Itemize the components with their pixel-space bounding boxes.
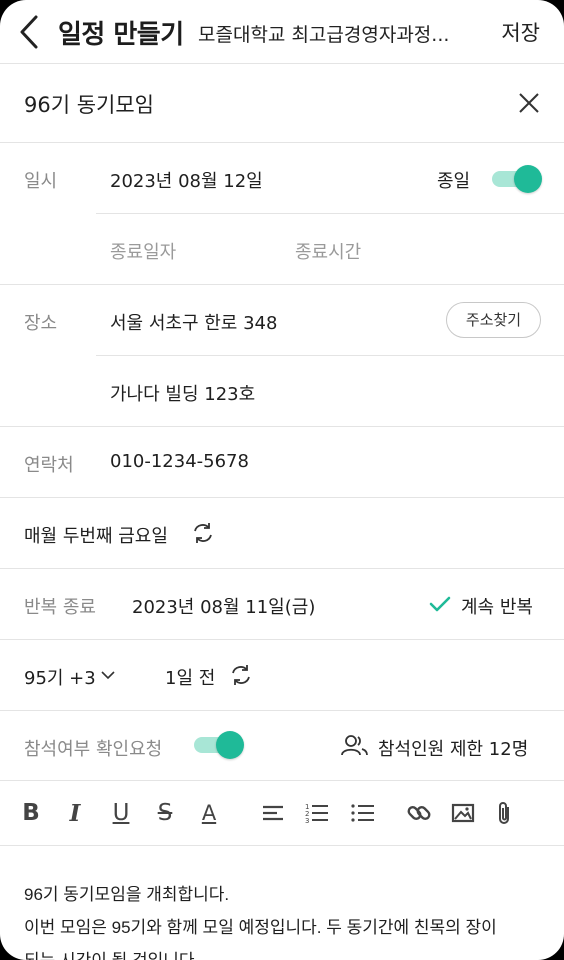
bold-button[interactable]: B	[14, 796, 48, 830]
strikethrough-icon: S	[157, 800, 173, 826]
start-date-field[interactable]: 2023년 08월 12일	[110, 167, 263, 193]
all-day-label: 종일	[437, 171, 471, 192]
contact-field[interactable]: 010-1234-5678	[110, 451, 249, 472]
app-screen: 일정 만들기 모즐대학교 최고급경영자과정... 저장 96기 동기모임 일시 …	[0, 0, 564, 960]
description-line: 되는 시간이 될 것입니다.	[24, 944, 544, 960]
attendee-limit[interactable]: 참석인원 제한 12명	[378, 735, 528, 761]
description-line: 96기 동기모임을 개최합니다.	[24, 885, 230, 904]
description-line: 이번 모임은 95기와 함께 모일 예정입니다. 두 동기간에 친목의 장이	[24, 918, 497, 937]
check-icon	[429, 596, 451, 612]
attendee-limit-icon-wrap	[340, 733, 370, 759]
divider	[96, 213, 564, 214]
find-address-button[interactable]: 주소찾기	[446, 302, 541, 338]
attach-button[interactable]	[488, 796, 522, 830]
notify-before-select[interactable]: 1일 전	[165, 664, 215, 690]
address-field[interactable]: 서울 서초구 한로 348	[110, 309, 277, 335]
divider	[0, 639, 564, 640]
link-button[interactable]	[402, 796, 436, 830]
ordered-list-icon: 1 2 3	[305, 803, 328, 825]
people-icon	[341, 735, 368, 756]
underline-icon: U	[112, 800, 130, 826]
repeat-button[interactable]	[190, 520, 216, 546]
app-header: 일정 만들기 모즐대학교 최고급경영자과정... 저장	[0, 0, 564, 64]
end-date-field[interactable]: 종료일자	[110, 238, 176, 264]
close-icon	[519, 93, 539, 113]
bullet-list-icon	[351, 804, 374, 822]
attendance-toggle[interactable]	[194, 731, 244, 759]
strikethrough-button[interactable]: S	[148, 796, 182, 830]
attendance-label: 참석여부 확인요청	[24, 739, 163, 760]
repeat-icon	[232, 665, 250, 685]
contact-label: 연락처	[24, 455, 74, 476]
divider	[96, 355, 564, 356]
notify-group-dropdown[interactable]	[100, 667, 116, 683]
paperclip-icon	[499, 802, 509, 824]
font-color-button[interactable]: A	[192, 796, 226, 830]
back-button[interactable]	[14, 12, 48, 52]
notify-repeat-button[interactable]	[228, 662, 254, 688]
divider	[0, 710, 564, 711]
continue-repeat-check[interactable]	[428, 592, 452, 616]
divider	[0, 426, 564, 427]
align-button[interactable]	[256, 796, 290, 830]
repeat-rule[interactable]: 매월 두번째 금요일	[24, 522, 168, 548]
toggle-knob	[514, 165, 542, 193]
bold-icon: B	[22, 800, 40, 826]
continue-repeat-label[interactable]: 계속 반복	[461, 593, 533, 619]
link-icon	[407, 806, 431, 820]
page-title: 일정 만들기	[58, 20, 184, 50]
italic-button[interactable]: I	[58, 796, 92, 830]
datetime-label: 일시	[24, 171, 58, 192]
repeat-end-date-field[interactable]: 2023년 08월 11일(금)	[132, 593, 315, 619]
chevron-left-icon	[20, 15, 38, 49]
bullet-list-button[interactable]	[346, 796, 380, 830]
event-description[interactable]: 96기 동기모임을 개최합니다. 이번 모임은 95기와 함께 모일 예정입니다…	[24, 878, 544, 960]
repeat-end-label: 반복 종료	[24, 597, 96, 618]
image-button[interactable]	[446, 796, 480, 830]
underline-button[interactable]: U	[104, 796, 138, 830]
divider	[0, 497, 564, 498]
repeat-icon	[194, 523, 212, 543]
toggle-knob	[216, 731, 244, 759]
ordered-list-button[interactable]: 1 2 3	[300, 796, 334, 830]
event-title-input[interactable]: 96기 동기모임	[24, 89, 154, 119]
divider	[0, 568, 564, 569]
font-color-icon: A	[201, 801, 217, 825]
divider	[0, 142, 564, 143]
italic-icon: I	[69, 799, 81, 827]
end-time-field[interactable]: 종료시간	[295, 238, 361, 264]
svg-text:3: 3	[305, 817, 309, 825]
clear-title-button[interactable]	[516, 90, 542, 116]
align-icon	[263, 805, 283, 821]
all-day-toggle[interactable]	[492, 165, 542, 193]
chevron-down-icon	[101, 671, 115, 680]
location-label: 장소	[24, 313, 58, 334]
notify-group-select[interactable]: 95기 +3	[24, 664, 96, 690]
save-button[interactable]: 저장	[501, 17, 540, 47]
group-name: 모즐대학교 최고급경영자과정...	[198, 24, 450, 46]
address-detail-field[interactable]: 가나다 빌딩 123호	[110, 380, 255, 406]
image-icon	[451, 803, 475, 823]
divider	[0, 284, 564, 285]
editor-toolbar: B I U S A 1 2 3	[0, 780, 564, 846]
